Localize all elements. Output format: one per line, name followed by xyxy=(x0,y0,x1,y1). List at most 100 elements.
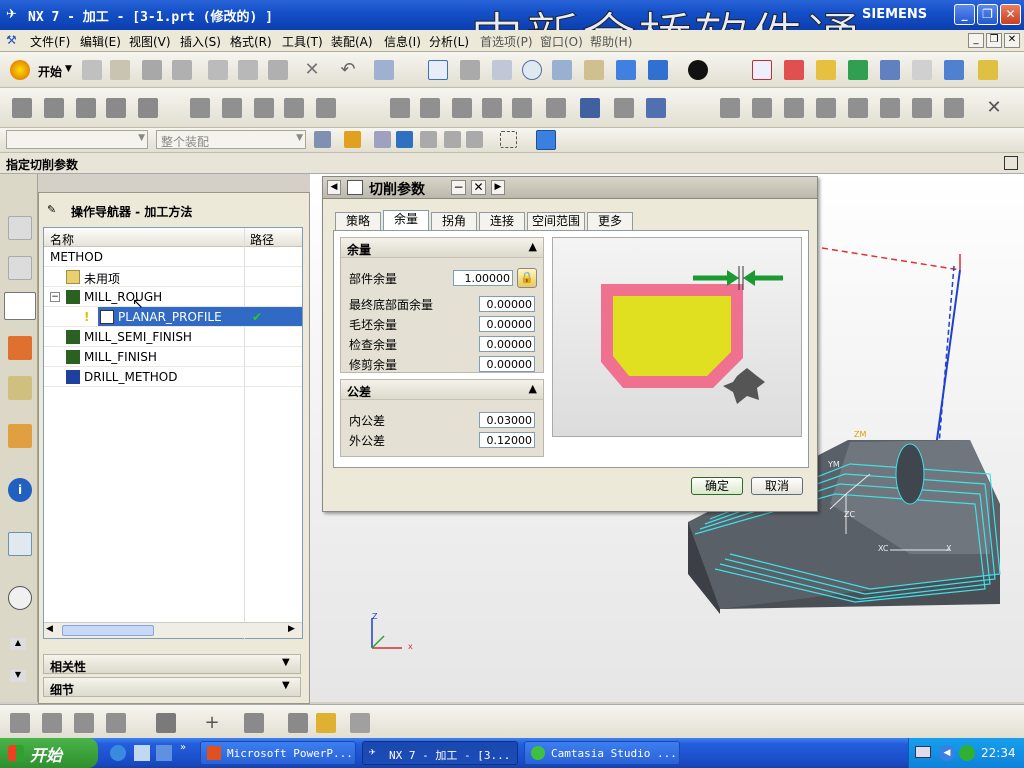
app-menu-icon[interactable]: ⚒ xyxy=(6,33,17,47)
quadrant-icon[interactable] xyxy=(466,131,483,148)
new-icon[interactable] xyxy=(82,60,102,80)
trim-stock-input[interactable] xyxy=(479,356,535,372)
scroll-down-icon[interactable]: ▼ xyxy=(10,670,26,682)
datum-icon[interactable] xyxy=(288,713,308,733)
cut-icon[interactable] xyxy=(208,60,228,80)
forward-icon[interactable]: ▶ xyxy=(491,180,505,195)
curve-icon[interactable] xyxy=(244,713,264,733)
part-icon[interactable] xyxy=(816,98,836,118)
operation-navigator-icon[interactable] xyxy=(4,292,36,320)
assembly-icon[interactable] xyxy=(316,713,336,733)
program-order-icon[interactable] xyxy=(390,98,410,118)
keyboard-icon[interactable] xyxy=(915,746,931,758)
expand-icon[interactable]: ▼ xyxy=(282,680,290,691)
scroll-up-icon[interactable]: ▲ xyxy=(10,638,26,650)
pan-icon[interactable] xyxy=(584,60,604,80)
task-nx[interactable]: ✈ NX 7 - 加工 - [3... xyxy=(362,741,518,765)
zoom-icon[interactable] xyxy=(492,60,512,80)
ie-icon[interactable] xyxy=(110,745,126,761)
save-icon[interactable] xyxy=(142,60,162,80)
maximize-pane-icon[interactable] xyxy=(1004,156,1018,170)
collapse-icon[interactable]: − xyxy=(50,292,60,302)
zoom-window-icon[interactable] xyxy=(460,60,480,80)
menu-edit[interactable]: 编辑(E) xyxy=(80,33,121,50)
back-icon[interactable]: ◀ xyxy=(327,180,341,195)
details-panel[interactable]: 细节 ▼ xyxy=(43,677,301,697)
menu-window[interactable]: 窗口(O) xyxy=(540,33,583,50)
open-icon[interactable] xyxy=(110,60,130,80)
menu-help[interactable]: 帮助(H) xyxy=(590,33,632,50)
menu-analysis[interactable]: 分析(L) xyxy=(429,33,469,50)
close-toolbar-icon[interactable]: ✕ xyxy=(984,98,1004,118)
point-icon[interactable] xyxy=(880,60,900,80)
snap-icon[interactable] xyxy=(784,60,804,80)
copy-icon[interactable] xyxy=(238,60,258,80)
object-icon[interactable] xyxy=(752,98,772,118)
restore-button[interactable]: ❐ xyxy=(977,4,998,25)
rotate-icon[interactable] xyxy=(552,60,572,80)
minimize-dialog-icon[interactable]: − xyxy=(451,180,466,195)
tab-stock[interactable]: 余量 xyxy=(383,210,429,231)
menu-info[interactable]: 信息(I) xyxy=(384,33,421,50)
replay-path-icon[interactable] xyxy=(222,98,242,118)
add-point-icon[interactable]: + xyxy=(202,713,222,733)
lock-icon[interactable]: 🔒 xyxy=(517,268,537,288)
scope-filter-dropdown[interactable]: 整个装配 ▼ xyxy=(156,130,306,149)
blank-icon[interactable] xyxy=(880,98,900,118)
start-button[interactable]: 开始 xyxy=(38,63,62,80)
tree-row-drill-method[interactable]: DRILL_METHOD xyxy=(44,367,302,387)
desktop-icon[interactable] xyxy=(134,745,150,761)
tree-row-method[interactable]: METHOD xyxy=(44,247,302,267)
tree-row-mill-semi-finish[interactable]: MILL_SEMI_FINISH xyxy=(44,327,302,347)
scroll-left-icon[interactable]: ◀ xyxy=(46,624,53,634)
pin-icon[interactable]: ✎ xyxy=(47,203,56,216)
geometry-view-icon[interactable] xyxy=(452,98,472,118)
select-cube-icon[interactable] xyxy=(536,130,556,150)
dependencies-panel[interactable]: 相关性 ▼ xyxy=(43,654,301,674)
sketch-icon[interactable] xyxy=(156,713,176,733)
name-column-header[interactable]: 名称 xyxy=(50,231,74,248)
measure-icon[interactable] xyxy=(944,60,964,80)
cube-icon[interactable] xyxy=(944,98,964,118)
task-camtasia[interactable]: Camtasia Studio ... xyxy=(524,741,680,765)
create-program-icon[interactable] xyxy=(12,98,32,118)
doc-close-button[interactable]: ✕ xyxy=(1004,33,1020,48)
expand-icon[interactable]: ▼ xyxy=(282,657,290,668)
cancel-button[interactable]: 取消 xyxy=(751,477,803,495)
floor-stock-input[interactable] xyxy=(479,296,535,312)
tab-more[interactable]: 更多 xyxy=(587,212,633,231)
menu-file[interactable]: 文件(F) xyxy=(30,33,70,50)
media-icon[interactable] xyxy=(156,745,172,761)
task-powerpoint[interactable]: Microsoft PowerP... xyxy=(200,741,356,765)
history-icon[interactable] xyxy=(8,586,32,610)
component-icon[interactable] xyxy=(350,713,370,733)
feature-icon[interactable] xyxy=(912,98,932,118)
intol-input[interactable] xyxy=(479,412,535,428)
menu-format[interactable]: 格式(R) xyxy=(230,33,272,50)
back-nav-icon[interactable]: ◀ xyxy=(939,745,955,761)
scroll-right-icon[interactable]: ▶ xyxy=(288,624,295,634)
tab-containment[interactable]: 空间范围 xyxy=(527,212,585,231)
scrollbar-thumb[interactable] xyxy=(62,625,154,636)
tab-connections[interactable]: 连接 xyxy=(479,212,525,231)
snap-point-icon[interactable] xyxy=(344,131,361,148)
constraint-navigator-icon[interactable] xyxy=(8,256,32,280)
wcs-icon[interactable] xyxy=(752,60,772,80)
combine-icon[interactable] xyxy=(106,713,126,733)
delete-path-icon[interactable] xyxy=(316,98,336,118)
close-dialog-icon[interactable]: ✕ xyxy=(471,180,486,195)
windows-start-button[interactable]: 开始 xyxy=(0,738,98,768)
list-path-icon[interactable] xyxy=(254,98,274,118)
create-geometry-icon[interactable] xyxy=(76,98,96,118)
delete-icon[interactable]: ✕ xyxy=(302,60,322,80)
machine-tool-icon[interactable] xyxy=(420,98,440,118)
display-mode-icon[interactable] xyxy=(688,60,708,80)
menu-tools[interactable]: 工具(T) xyxy=(282,33,323,50)
generate-path-icon[interactable] xyxy=(190,98,210,118)
verify-path-icon[interactable] xyxy=(284,98,304,118)
create-method-icon[interactable] xyxy=(106,98,126,118)
feature-op-icon[interactable] xyxy=(10,713,30,733)
info-icon[interactable]: i xyxy=(8,478,32,502)
ruler-icon[interactable] xyxy=(978,60,998,80)
tool-library-icon[interactable] xyxy=(8,424,32,448)
